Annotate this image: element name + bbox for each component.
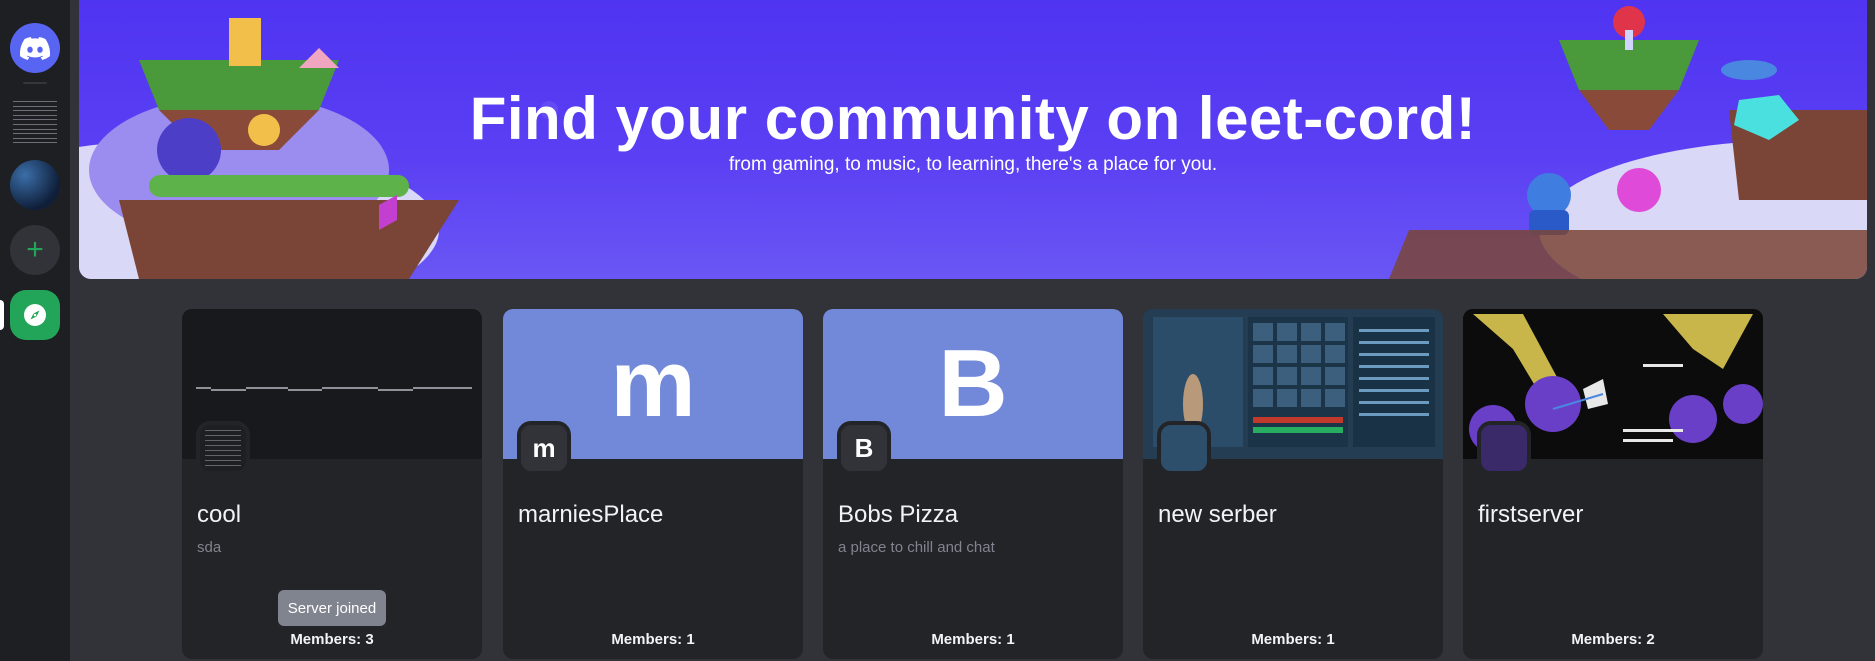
plus-icon: + xyxy=(26,233,44,266)
server-rail: + xyxy=(0,0,70,661)
member-count: Members: 1 xyxy=(931,631,1015,648)
server-joined-badge: Server joined xyxy=(278,590,386,626)
server-icon: m xyxy=(517,421,571,475)
server-card-firstserver[interactable]: firstserver Members: 2 xyxy=(1463,309,1763,659)
banner-subtitle: from gaming, to music, to learning, ther… xyxy=(728,154,1218,175)
member-count: Members: 3 xyxy=(290,631,374,648)
member-count: Members: 1 xyxy=(1251,631,1335,648)
server-card-bobs-pizza[interactable]: B B Bobs Pizza a place to chill and chat… xyxy=(823,309,1123,659)
add-server-button[interactable]: + xyxy=(10,225,60,275)
server-card-marniesplace[interactable]: m m marniesPlace Members: 1 xyxy=(503,309,803,659)
server-name: firstserver xyxy=(1478,501,1584,528)
rail-separator xyxy=(23,82,47,84)
app-window: + Find your community on leet-cord! from… xyxy=(0,0,1875,661)
server-name: Bobs Pizza xyxy=(838,501,959,528)
server-icon xyxy=(1477,421,1531,475)
server-icon xyxy=(1157,421,1211,475)
server-icon-image[interactable] xyxy=(10,160,60,210)
compass-icon xyxy=(24,304,46,326)
discover-banner: Find your community on leet-cord! from g… xyxy=(79,0,1867,279)
server-name: cool xyxy=(197,501,242,528)
server-name: new serber xyxy=(1158,501,1277,528)
server-description: sda xyxy=(197,539,222,556)
server-description: a place to chill and chat xyxy=(838,539,995,556)
discord-logo-icon xyxy=(20,36,50,60)
server-icon: B xyxy=(837,421,891,475)
home-button[interactable] xyxy=(10,23,60,73)
server-card-cool[interactable]: cool sda Server joined Members: 3 xyxy=(182,309,482,659)
selected-indicator xyxy=(0,300,4,330)
server-icon xyxy=(196,421,250,475)
server-icon-text[interactable] xyxy=(10,95,60,145)
server-name: marniesPlace xyxy=(518,501,664,528)
member-count: Members: 2 xyxy=(1571,631,1655,648)
banner-title: Find your community on leet-cord! xyxy=(469,85,1477,152)
server-card-new-serber[interactable]: new serber Members: 1 xyxy=(1143,309,1443,659)
member-count: Members: 1 xyxy=(611,631,695,648)
explore-servers-button[interactable] xyxy=(10,290,60,340)
